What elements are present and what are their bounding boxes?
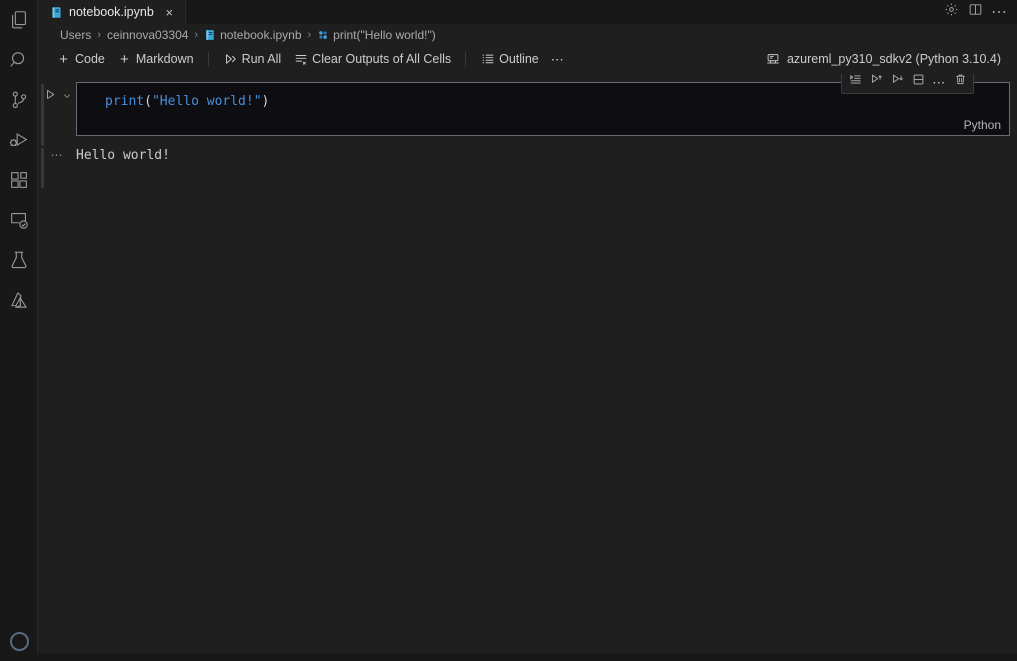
activity-bar xyxy=(0,0,38,653)
run-all-button[interactable]: Run All xyxy=(217,50,288,69)
delete-cell-button[interactable] xyxy=(950,74,970,91)
tab-notebook-ipynb[interactable]: notebook.ipynb × xyxy=(38,0,186,24)
breadcrumb-item-users[interactable]: Users xyxy=(58,28,93,42)
activitybar-item-azure[interactable] xyxy=(0,280,38,320)
close-icon[interactable]: × xyxy=(162,5,177,20)
more-actions-button[interactable]: ⋯ xyxy=(989,2,1009,22)
breadcrumb-label: Users xyxy=(60,27,92,42)
breadcrumb-label: print("Hello world!") xyxy=(333,27,436,42)
tab-label: notebook.ipynb xyxy=(69,4,154,19)
breadcrumb-label: ceinnova03304 xyxy=(107,27,189,42)
breadcrumb-separator: › xyxy=(97,28,102,41)
activitybar-item-remote-explorer[interactable] xyxy=(0,200,38,240)
activitybar-item-testing[interactable] xyxy=(0,240,38,280)
activitybar-item-accounts[interactable] xyxy=(0,621,38,661)
cell-run-options-button[interactable] xyxy=(60,88,73,106)
activitybar-item-extensions[interactable] xyxy=(0,160,38,200)
plus-icon: + xyxy=(59,50,68,68)
run-debug-icon xyxy=(8,129,30,151)
breadcrumb-item-cell-symbol[interactable]: print("Hello world!") xyxy=(315,28,438,42)
cell-code-editor[interactable]: ⋯ print("Hello world!") Python xyxy=(76,74,1010,136)
clear-all-icon xyxy=(293,52,308,67)
beaker-icon xyxy=(8,249,30,271)
python-symbol-icon xyxy=(317,29,329,41)
code-token-function: print xyxy=(105,94,145,109)
run-all-label: Run All xyxy=(241,52,282,66)
remote-explorer-icon xyxy=(8,209,30,231)
code-token-open-paren: ( xyxy=(144,94,152,109)
breadcrumb-label: notebook.ipynb xyxy=(220,27,302,42)
vscode-window: notebook.ipynb × ⋯ Users › ceinnova03304… xyxy=(0,0,1017,653)
breadcrumb-item-ceinnova03304[interactable]: ceinnova03304 xyxy=(105,28,190,42)
code-line: print("Hello world!") xyxy=(105,92,269,111)
add-markdown-label: Markdown xyxy=(135,52,194,66)
split-cell-button[interactable] xyxy=(908,74,928,91)
run-by-line-button[interactable] xyxy=(845,74,865,91)
clear-outputs-button[interactable]: Clear Outputs of All Cells xyxy=(287,50,457,69)
play-icon xyxy=(44,88,57,106)
activitybar-item-source-control[interactable] xyxy=(0,80,38,120)
gear-button[interactable] xyxy=(941,2,961,22)
add-code-cell-button[interactable]: + Code xyxy=(50,50,111,69)
source-control-icon xyxy=(8,89,30,111)
account-circle-icon xyxy=(9,631,29,651)
cell-output-focus-indicator xyxy=(41,148,44,188)
split-cell-icon xyxy=(912,74,925,91)
split-editor-button[interactable] xyxy=(965,2,985,22)
plus-icon: + xyxy=(120,50,129,68)
trash-icon xyxy=(954,74,967,91)
cell-language-label[interactable]: Python xyxy=(964,118,1001,132)
outline-label: Outline xyxy=(499,52,539,66)
notebook-icon xyxy=(204,29,216,41)
activitybar-item-search[interactable] xyxy=(0,40,38,80)
run-below-button[interactable] xyxy=(887,74,907,91)
tab-bar-spacer xyxy=(185,0,941,24)
chevron-down-icon xyxy=(62,88,72,106)
activitybar-item-run-and-debug[interactable] xyxy=(0,120,38,160)
cell-focus-indicator xyxy=(41,84,44,146)
outline-button[interactable]: Outline xyxy=(474,50,545,69)
run-above-icon xyxy=(870,74,883,91)
breadcrumb-item-notebook-ipynb[interactable]: notebook.ipynb xyxy=(202,28,303,42)
clear-outputs-label: Clear Outputs of All Cells xyxy=(312,52,452,66)
cell-hover-toolbar: ⋯ xyxy=(841,74,974,94)
cell-input-row: ⋯ print("Hello world!") Python xyxy=(38,74,1017,136)
breadcrumb-separator: › xyxy=(194,28,199,41)
run-above-button[interactable] xyxy=(866,74,886,91)
notebook-toolbar: + Code + Markdown Run All Clear Outputs … xyxy=(38,45,1017,74)
kernel-icon xyxy=(766,52,781,67)
toolbar-separator xyxy=(207,51,209,67)
add-markdown-cell-button[interactable]: + Markdown xyxy=(111,50,200,69)
toolbar-separator xyxy=(465,51,467,67)
kernel-label: azureml_py310_sdkv2 (Python 3.10.4) xyxy=(786,52,1001,66)
add-code-label: Code xyxy=(75,52,105,66)
cell-output-text: Hello world! xyxy=(76,148,170,163)
split-editor-icon xyxy=(968,2,983,22)
gear-icon xyxy=(944,2,959,22)
cell-more-actions-button[interactable]: ⋯ xyxy=(929,74,949,91)
notebook-icon xyxy=(50,6,63,19)
notebook-body: ⋯ print("Hello world!") Python ⋯ Hello w… xyxy=(38,74,1017,653)
cell-output-row: ⋯ Hello world! xyxy=(38,146,1017,165)
activitybar-item-explorer[interactable] xyxy=(0,0,38,40)
search-icon xyxy=(8,49,30,71)
editor-area: notebook.ipynb × ⋯ Users › ceinnova03304… xyxy=(38,0,1017,653)
toolbar-overflow-button[interactable]: ⋯ xyxy=(545,48,571,70)
azure-icon xyxy=(8,289,30,311)
code-token-string: "Hello world!" xyxy=(151,94,262,109)
code-token-close-paren: ) xyxy=(261,94,270,109)
editor-actions: ⋯ xyxy=(941,0,1017,24)
extensions-icon xyxy=(8,169,30,191)
run-all-icon xyxy=(223,52,238,67)
outline-icon xyxy=(480,52,495,67)
files-icon xyxy=(8,9,30,31)
run-by-line-icon xyxy=(849,74,862,91)
breadcrumb-separator: › xyxy=(307,28,312,41)
run-below-icon xyxy=(891,74,904,91)
notebook-cell: ⋯ print("Hello world!") Python ⋯ Hello w… xyxy=(38,74,1017,188)
tab-bar: notebook.ipynb × ⋯ xyxy=(38,0,1017,24)
breadcrumb: Users › ceinnova03304 › notebook.ipynb ›… xyxy=(38,24,1017,45)
kernel-selector[interactable]: azureml_py310_sdkv2 (Python 3.10.4) xyxy=(760,50,1007,69)
